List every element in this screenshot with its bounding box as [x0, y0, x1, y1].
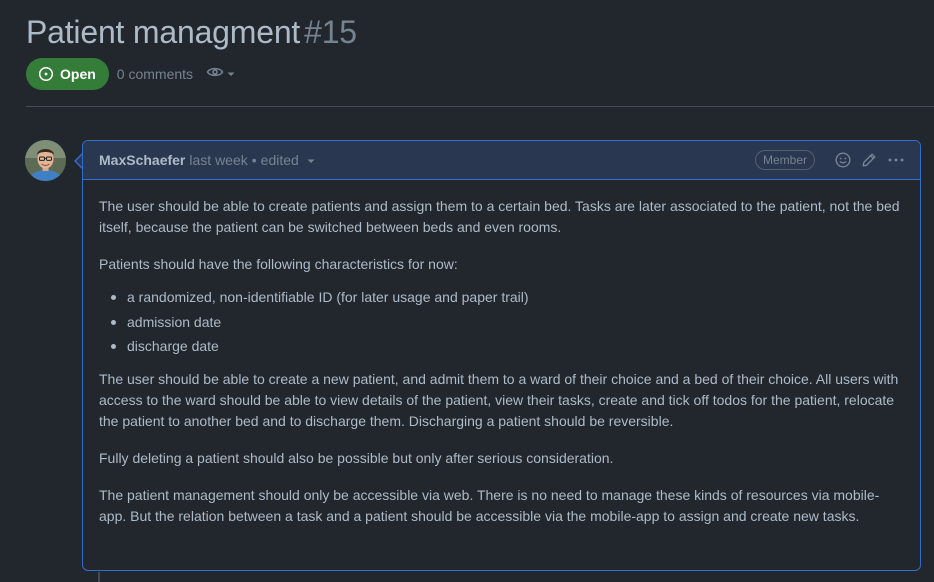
- list-item: a randomized, non-identifiable ID (for l…: [99, 287, 904, 308]
- kebab-horizontal-icon[interactable]: [887, 152, 905, 168]
- comment-paragraph: The user should be able to create a new …: [99, 371, 899, 429]
- state-label: Open: [60, 66, 96, 82]
- watch-toggle[interactable]: [206, 65, 235, 84]
- comment-paragraph: The user should be able to create patien…: [99, 198, 900, 235]
- timeline-line: [98, 572, 100, 582]
- comment-paragraph: The patient management should only be ac…: [99, 487, 880, 524]
- comment-timestamp[interactable]: last week: [189, 152, 247, 168]
- comments-count: 0 comments: [116, 66, 194, 82]
- chevron-down-icon: [227, 65, 235, 83]
- comment-author[interactable]: MaxSchaefer: [99, 152, 185, 168]
- issue-opened-icon: [38, 66, 54, 82]
- comment-box: MaxSchaefer last week • edited Member Th…: [82, 140, 921, 571]
- comment-header: MaxSchaefer last week • edited Member: [83, 141, 920, 180]
- comment-paragraph: Fully deleting a patient should also be …: [99, 450, 614, 466]
- comment-actions: Member: [754, 150, 905, 170]
- comment-paragraph: Patients should have the following chara…: [99, 256, 458, 272]
- header-divider: [26, 106, 934, 107]
- avatar[interactable]: [25, 140, 66, 181]
- meta-separator: •: [251, 152, 257, 168]
- issue-title-row: Patient managment #15: [26, 12, 357, 52]
- state-badge: Open: [26, 58, 109, 90]
- issue-title: Patient managment: [26, 14, 301, 50]
- eye-icon: [206, 65, 224, 84]
- comment-body: The user should be able to create patien…: [83, 180, 920, 527]
- issue-meta-row: Open 0 comments: [26, 58, 235, 90]
- list-item: discharge date: [99, 336, 904, 357]
- role-label: Member: [754, 150, 815, 170]
- smiley-icon[interactable]: [835, 152, 851, 168]
- issue-number: #15: [304, 14, 357, 50]
- chevron-down-icon: [307, 152, 315, 168]
- characteristics-list: a randomized, non-identifiable ID (for l…: [99, 287, 904, 357]
- edited-dropdown[interactable]: edited: [261, 152, 315, 168]
- list-item: admission date: [99, 312, 904, 333]
- edited-label: edited: [260, 152, 299, 168]
- pencil-icon[interactable]: [861, 152, 877, 168]
